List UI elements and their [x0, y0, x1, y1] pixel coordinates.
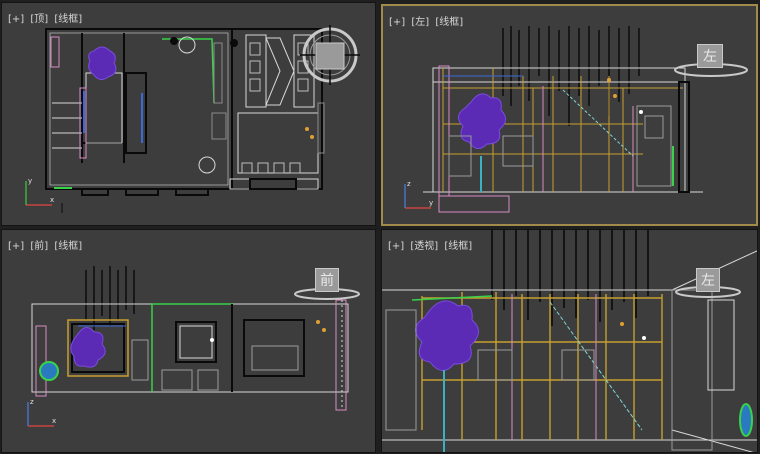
perspective-view-wireframe — [382, 230, 757, 452]
viewcube[interactable]: 左 — [697, 44, 723, 68]
viewport-menu-button[interactable]: [+] — [388, 241, 404, 252]
viewport-perspective-label[interactable]: [+] [透视] [线框] — [388, 237, 475, 252]
viewport-top-label[interactable]: [+] [顶] [线框] — [8, 10, 85, 25]
axis-z-label: z — [407, 180, 411, 188]
viewport-left[interactable]: [+] [左] [线框] 左 y z — [381, 4, 758, 226]
axis-x-label: x — [52, 417, 56, 425]
shading-mode-button[interactable]: [线框] — [54, 14, 82, 25]
view-name-button[interactable]: [顶] — [30, 14, 48, 25]
viewport-menu-button[interactable]: [+] — [8, 14, 24, 25]
axis-tripod: x z — [27, 398, 56, 427]
axis-y-label: y — [429, 199, 433, 207]
axis-x-label: x — [50, 196, 54, 204]
viewport-left-label[interactable]: [+] [左] [线框] — [389, 13, 466, 28]
view-name-button[interactable]: [透视] — [410, 241, 438, 252]
viewcube[interactable]: 前 — [315, 268, 339, 292]
viewcube[interactable]: 左 — [696, 268, 720, 292]
viewport-menu-button[interactable]: [+] — [389, 17, 405, 28]
view-name-button[interactable]: [左] — [411, 17, 429, 28]
axis-y-label: y — [28, 177, 32, 185]
axis-tripod: y z — [404, 180, 433, 209]
viewport-menu-button[interactable]: [+] — [8, 241, 24, 252]
shading-mode-button[interactable]: [线框] — [54, 241, 82, 252]
shading-mode-button[interactable]: [线框] — [435, 17, 463, 28]
left-view-wireframe — [423, 26, 748, 213]
viewport-perspective[interactable]: [+] [透视] [线框] 左 — [381, 229, 758, 453]
axis-tripod: x y — [25, 177, 54, 206]
viewport-front-label[interactable]: [+] [前] [线框] — [8, 237, 85, 252]
shading-mode-button[interactable]: [线框] — [444, 241, 472, 252]
viewport-front[interactable]: [+] [前] [线框] 前 x z — [1, 229, 376, 453]
viewport-top[interactable]: [+] [顶] [线框] x y — [1, 2, 376, 226]
axis-z-label: z — [30, 398, 34, 406]
viewport-layout: [+] [顶] [线框] x y [+] [左] [线框] 左 y z [+] … — [0, 0, 760, 454]
view-name-button[interactable]: [前] — [30, 241, 48, 252]
